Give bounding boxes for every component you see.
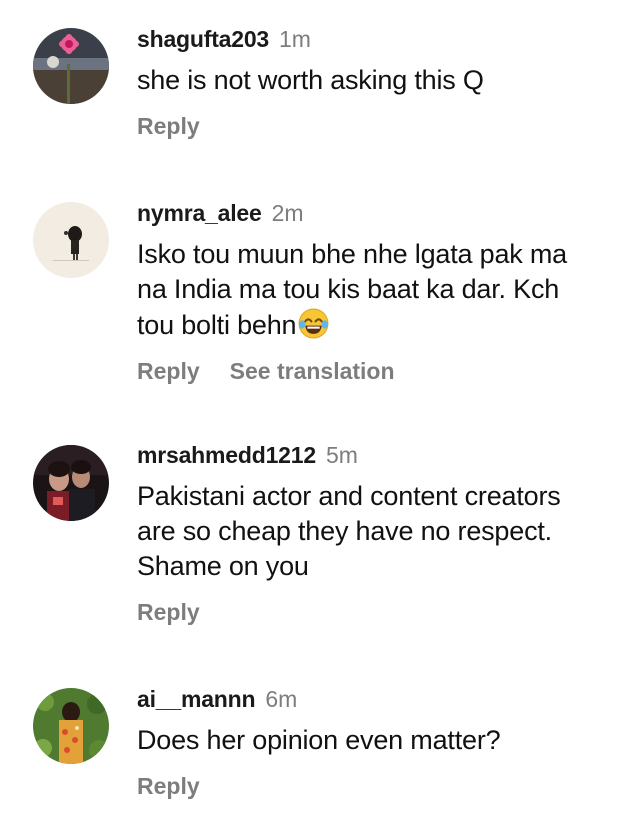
reply-button[interactable]: Reply: [137, 597, 200, 627]
flower-avatar-image: [33, 28, 109, 104]
comment-username[interactable]: ai__mannn: [137, 686, 256, 712]
comment-username[interactable]: nymra_alee: [137, 200, 262, 226]
girl-sketch-avatar-image: [33, 202, 109, 278]
comment-item: ai__mannn 6m Does her opinion even matter…: [0, 670, 640, 819]
comment-text: Does her opinion even matter?: [137, 725, 501, 755]
face-with-tears-of-joy-icon: [297, 307, 330, 340]
comment-text-line: Isko tou muun bhe nhe lgata pak ma: [137, 239, 567, 269]
comment-text: she is not worth asking this Q: [137, 65, 484, 95]
comment-text-line: are so cheap they have no respect.: [137, 516, 552, 546]
reply-button[interactable]: Reply: [137, 111, 200, 141]
comment-text: Pakistani actor and content creators are…: [137, 479, 617, 584]
avatar[interactable]: [33, 688, 109, 764]
comment-timestamp: 2m: [271, 200, 304, 226]
comment-text-line: Shame on you: [137, 551, 309, 581]
reply-button[interactable]: Reply: [137, 771, 200, 801]
comment-text-line: Pakistani actor and content creators: [137, 481, 561, 511]
avatar[interactable]: [33, 28, 109, 104]
see-translation-button[interactable]: See translation: [230, 356, 395, 386]
comment-timestamp: 1m: [279, 26, 311, 52]
comment-item: mrsahmedd1212 5m Pakistani actor and cont…: [0, 430, 640, 670]
reply-button[interactable]: Reply: [137, 356, 200, 386]
comment-username[interactable]: shagufta203: [137, 26, 269, 52]
comment-username[interactable]: mrsahmedd1212: [137, 442, 316, 468]
comment-text-line: na India ma tou kis baat ka dar. Kch: [137, 274, 560, 304]
comment-item: shagufta203 1m she is not worth asking th…: [0, 0, 640, 180]
comment-timestamp: 6m: [265, 686, 298, 712]
couple-photo-avatar-image: [33, 445, 109, 521]
avatar[interactable]: [33, 202, 109, 278]
comment-text: Isko tou muun bhe nhe lgata pak ma na In…: [137, 237, 617, 343]
avatar[interactable]: [33, 445, 109, 521]
comment-timestamp: 5m: [325, 442, 358, 468]
comment-text-line: tou bolti behn: [137, 307, 617, 343]
comment-item: nymra_alee 2m Isko tou muun bhe nhe lgata…: [0, 180, 640, 430]
floral-person-avatar-image: [33, 688, 109, 764]
